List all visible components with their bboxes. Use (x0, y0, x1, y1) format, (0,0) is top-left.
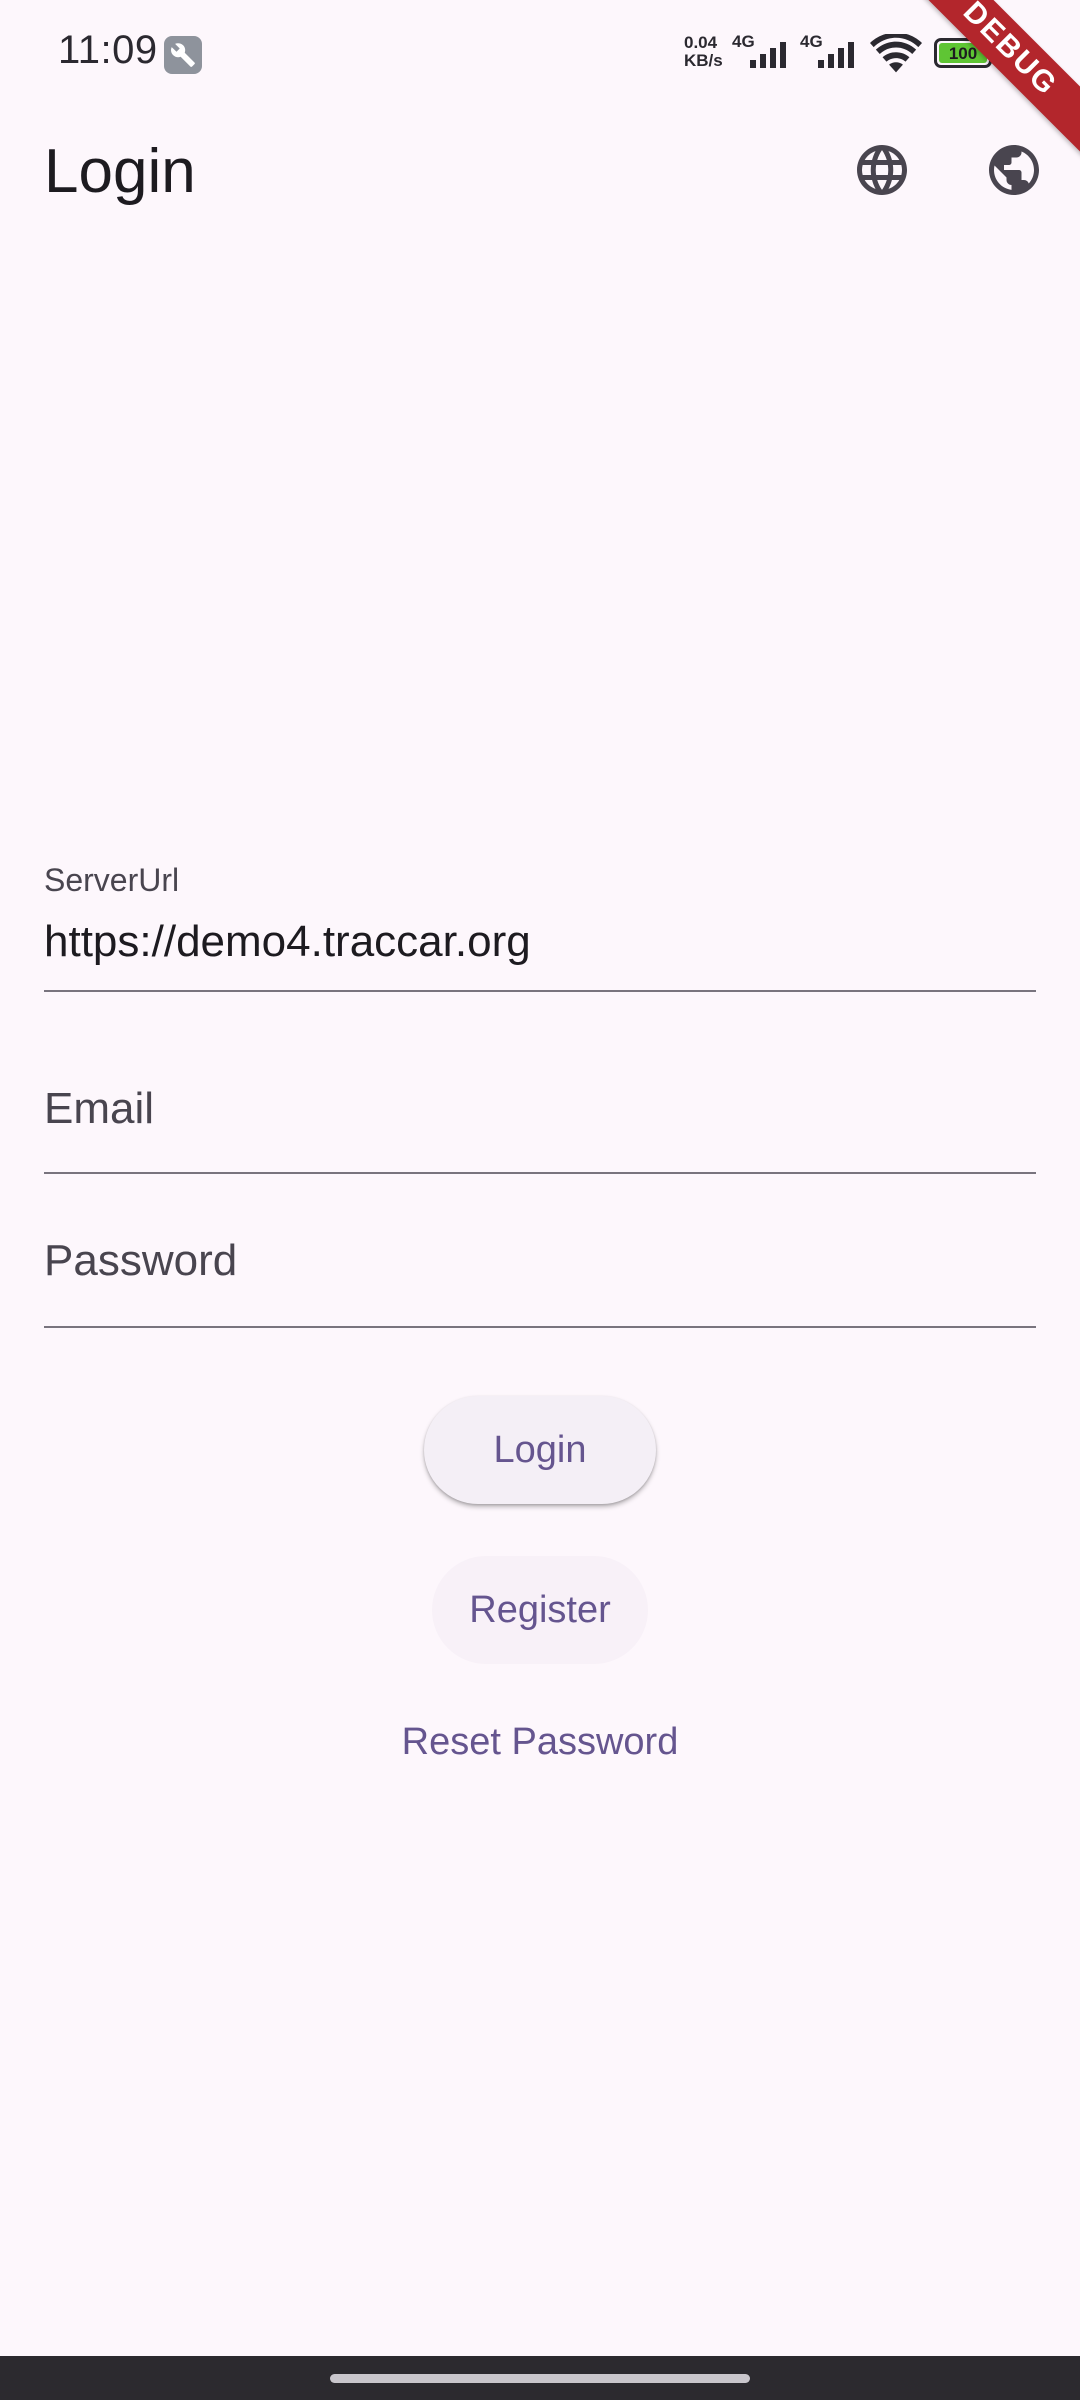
public-globe-icon (989, 145, 1039, 195)
net-speed: 0.04 KB/s (684, 34, 723, 70)
password-underline (44, 1326, 1036, 1328)
reset-password-link[interactable]: Reset Password (340, 1712, 740, 1772)
system-nav-bar (0, 2356, 1080, 2400)
server-url-underline (44, 990, 1036, 992)
email-field[interactable] (44, 1060, 1036, 1176)
email-underline (44, 1172, 1036, 1174)
password-field[interactable] (44, 1212, 1036, 1328)
language-icon (857, 145, 907, 195)
net-speed-value: 0.04 (684, 33, 718, 52)
language-button[interactable] (842, 130, 922, 210)
server-url-input[interactable]: https://demo4.traccar.org (44, 912, 1036, 972)
register-button[interactable]: Register (432, 1556, 648, 1664)
password-input[interactable] (44, 1226, 1036, 1296)
server-url-label: ServerUrl (44, 862, 180, 898)
status-time: 11:09 (58, 28, 158, 72)
signal-icon (750, 42, 786, 68)
net-speed-unit: KB/s (684, 51, 723, 70)
status-bar: 11:09 0.04 KB/s 4G 4G 100 (0, 0, 1080, 108)
login-button[interactable]: Login (424, 1396, 656, 1504)
home-gesture-handle[interactable] (330, 2374, 750, 2383)
globe-button[interactable] (974, 130, 1054, 210)
page-title: Login (44, 137, 196, 206)
app-bar: Login (0, 108, 1080, 234)
wifi-icon (870, 34, 922, 73)
login-screen: 11:09 0.04 KB/s 4G 4G 100 DEBUG Login Se… (0, 0, 1080, 2400)
wrench-icon (164, 36, 202, 74)
email-input[interactable] (44, 1074, 1036, 1144)
server-url-field[interactable]: ServerUrl https://demo4.traccar.org (44, 856, 1036, 996)
signal-icon (818, 42, 854, 68)
